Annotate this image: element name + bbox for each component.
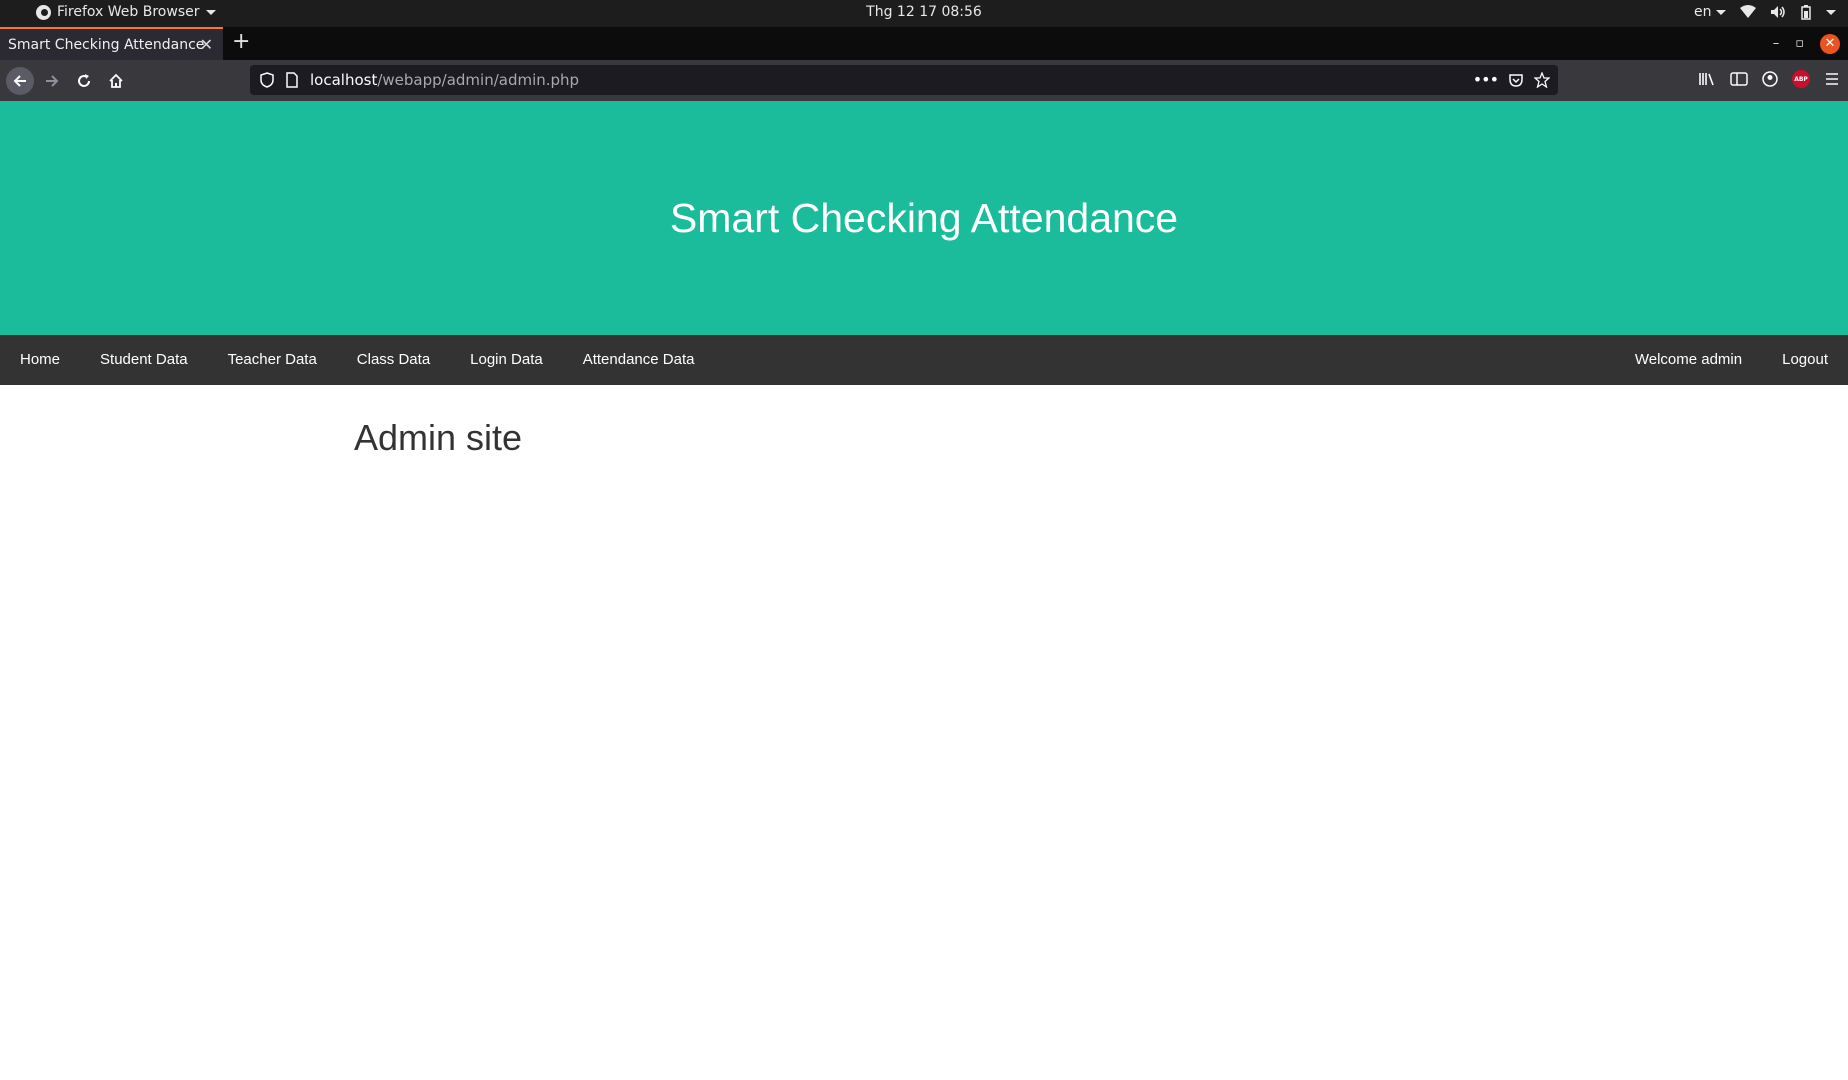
tab-title: Smart Checking Attendance [8,36,205,53]
nav-attendance-data[interactable]: Attendance Data [563,335,715,385]
tab-strip: Smart Checking Attendance ✕ + – ▫ ✕ [0,27,1848,60]
forward-button[interactable] [38,67,66,95]
nav-right: Welcome admin Logout [1615,335,1848,385]
url-text: localhost/webapp/admin/admin.php [310,71,579,89]
close-window-icon[interactable]: ✕ [1820,33,1840,54]
page-heading: Admin site [354,417,523,458]
logout-link[interactable]: Logout [1762,335,1848,385]
volume-icon [1771,6,1785,18]
wifi-icon [1740,5,1756,18]
arrow-right-icon [46,75,59,87]
nav-login-data[interactable]: Login Data [450,335,563,385]
welcome-user[interactable]: Welcome admin [1615,335,1762,385]
tab-active[interactable]: Smart Checking Attendance ✕ [0,27,223,60]
more-actions-icon[interactable]: ••• [1473,70,1499,89]
url-host: localhost [310,71,378,89]
nav-toolbar: localhost/webapp/admin/admin.php ••• ABP [0,60,1848,101]
close-icon[interactable]: ✕ [200,35,213,54]
chevron-down-icon [1826,9,1836,15]
nav-teacher-data[interactable]: Teacher Data [208,335,337,385]
toolbar-right: ABP [1698,70,1840,88]
header-banner: Smart Checking Attendance [0,101,1848,335]
nav-home[interactable]: Home [0,335,80,385]
url-path: /webapp/admin/admin.php [377,71,580,89]
pocket-icon[interactable] [1508,72,1524,88]
system-top-bar: Firefox Web Browser Thg 12 17 08:56 en [0,0,1848,27]
menu-icon[interactable] [1824,71,1840,87]
nav-left: Home Student Data Teacher Data Class Dat… [0,335,714,385]
reload-button[interactable] [70,67,98,95]
back-button[interactable] [6,67,34,95]
nav-class-data[interactable]: Class Data [337,335,450,385]
main-nav: Home Student Data Teacher Data Class Dat… [0,335,1848,385]
nav-student-data[interactable]: Student Data [80,335,208,385]
clock[interactable]: Thg 12 17 08:56 [0,4,1848,20]
home-icon [109,73,123,88]
chevron-down-icon [1716,9,1726,15]
site-title: Smart Checking Attendance [669,194,1179,241]
library-icon[interactable] [1698,71,1716,87]
battery-icon [1801,4,1811,20]
maximize-icon[interactable]: ▫ [1795,36,1804,51]
star-icon[interactable] [1534,71,1550,88]
account-icon[interactable] [1762,71,1778,87]
new-tab-button[interactable]: + [232,29,250,54]
main-content: Admin site [0,385,1848,459]
window-controls: – ▫ ✕ [1773,27,1848,60]
page-icon[interactable] [286,72,298,88]
sidebar-icon[interactable] [1730,71,1748,87]
system-tray[interactable]: en [1694,4,1836,20]
home-button[interactable] [102,67,130,95]
adblock-icon[interactable]: ABP [1792,70,1810,88]
arrow-left-icon [13,75,26,87]
language-indicator[interactable]: en [1694,4,1726,20]
shield-icon[interactable] [260,72,274,88]
language-label: en [1694,4,1712,20]
web-page: Smart Checking Attendance Home Student D… [0,101,1848,1080]
url-bar[interactable]: localhost/webapp/admin/admin.php ••• [250,65,1558,95]
minimize-icon[interactable]: – [1773,36,1780,51]
reload-icon [78,74,90,87]
